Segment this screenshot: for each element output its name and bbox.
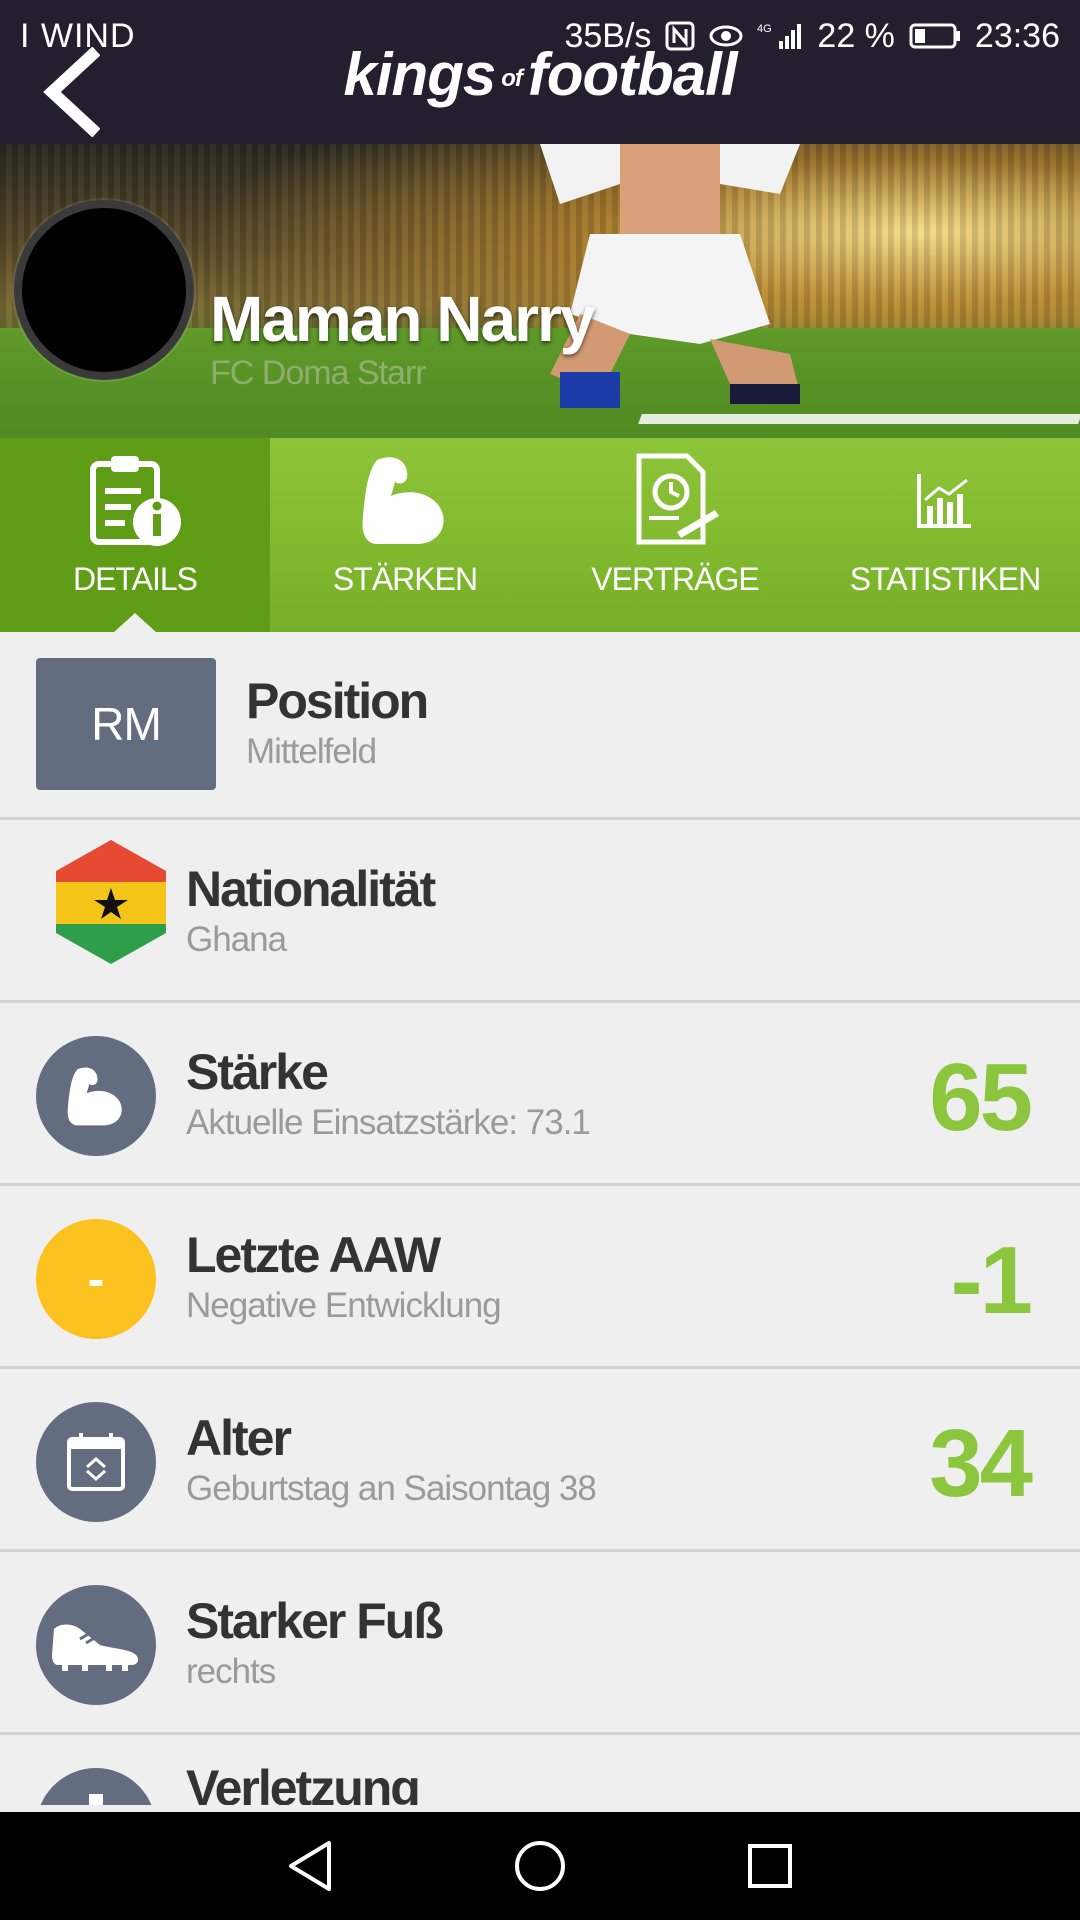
row-position: RM Position Mittelfeld [0,632,1080,820]
player-hero-banner: Maman Narry FC Doma Starr [0,144,1080,438]
strength-subtitle: Aktuelle Einsatzstärke: 73.1 [186,1103,591,1142]
player-club: FC Doma Starr [210,354,427,392]
bicep-icon [362,457,444,544]
square-recents-icon [748,1844,792,1888]
ghana-flag-icon [56,840,166,964]
svg-text:4G: 4G [757,23,772,35]
nationality-title: Nationalität [186,861,436,917]
bicep-icon [67,1067,122,1126]
logo-word-kings: kings [343,41,497,108]
age-subtitle: Geburtstag an Saisontag 38 [186,1469,597,1508]
tab-vertraege[interactable]: VERTRÄGE [540,438,810,632]
chart-icon [917,474,971,528]
logo-word-of: of [501,65,523,93]
app-logo: kings of football [0,40,1080,109]
nav-back-button[interactable] [280,1836,340,1896]
injury-title: Verletzung [186,1760,421,1805]
age-circle [36,1402,156,1522]
position-value: Mittelfeld [246,732,377,771]
foot-value: rechts [186,1652,276,1691]
system-navigation-bar [0,1812,1080,1920]
strength-title: Stärke [186,1044,329,1100]
logo-word-football: football [527,41,738,108]
active-tab-pointer [113,613,157,633]
tab-statistiken-label: STATISTIKEN [849,561,1041,597]
circle-home-icon [515,1841,565,1891]
app-header: kings of football [0,41,1080,144]
tab-staerken[interactable]: STÄRKEN [270,438,540,632]
tab-statistiken[interactable]: STATISTIKEN [810,438,1080,632]
aaw-badge: - [36,1219,156,1339]
tab-vertraege-label: VERTRÄGE [591,561,759,597]
boot-icon [52,1624,139,1671]
exclamation-icon [89,1794,103,1805]
details-info-icon [90,456,181,546]
nav-recents-button[interactable] [740,1836,800,1896]
player-avatar [14,200,194,380]
position-badge: RM [36,658,216,790]
tab-details[interactable]: DETAILS [0,438,270,633]
nationality-value: Ghana [186,920,287,959]
tab-staerken-label: STÄRKEN [332,561,478,597]
aaw-title: Letzte AAW [186,1227,441,1283]
age-title: Alter [186,1410,292,1466]
row-injury: Verletzung [0,1735,1080,1805]
player-tabs: DETAILS STÄRKEN VERTRÄGE STATISTIKEN [0,438,1080,633]
injury-circle [36,1768,156,1805]
strength-value: 65 [929,1044,1033,1151]
foot-title: Starker Fuß [186,1593,444,1649]
strength-circle [36,1036,156,1156]
contract-icon [636,453,719,545]
row-age: Alter Geburtstag an Saisontag 38 34 [0,1369,1080,1552]
row-last-aaw: - Letzte AAW Negative Entwicklung -1 [0,1186,1080,1369]
player-name: Maman Narry [210,283,595,355]
aaw-value: -1 [950,1227,1033,1334]
calendar-icon [67,1433,125,1491]
tab-details-label: DETAILS [73,561,198,597]
foot-circle [36,1585,156,1705]
position-title: Position [246,673,429,729]
player-details-list: RM Position Mittelfeld Nationalität Ghan… [0,632,1080,1805]
nav-home-button[interactable] [510,1836,570,1896]
age-value: 34 [929,1410,1033,1517]
aaw-subtitle: Negative Entwicklung [186,1286,502,1325]
triangle-back-icon [289,1841,331,1891]
row-nationality: Nationalität Ghana [0,820,1080,1003]
row-strength: Stärke Aktuelle Einsatzstärke: 73.1 65 [0,1003,1080,1186]
row-strong-foot: Starker Fuß rechts [0,1552,1080,1735]
